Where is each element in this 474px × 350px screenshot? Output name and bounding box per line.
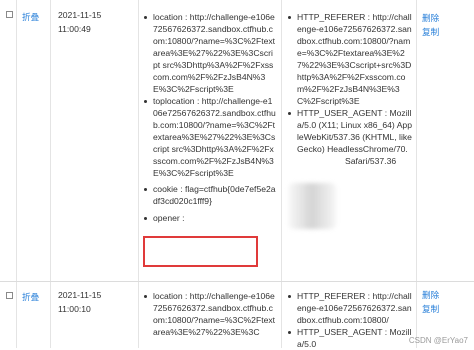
date-text: 2021-11-15 [58,290,102,300]
copy-link[interactable]: 复制 [422,25,439,39]
location-item: location : http://challenge-e106e7256762… [143,290,277,338]
row-checkbox[interactable] [6,11,13,18]
location-column: location : http://challenge-e106e7256762… [143,290,277,338]
toplocation-item: toplocation : http://challenge-e106e7256… [143,95,277,179]
user-agent-item: HTTP_USER_AGENT : Mozilla/5.0 (X11; Linu… [287,107,412,167]
row-actions: 删除 复制 [422,288,439,316]
location-column: location : http://challenge-e106e7256762… [143,11,277,224]
headers-column: HTTP_REFERER : http://challenge-e106e725… [287,11,412,167]
table-row: 折叠 2021-11-15 11:00:49 location : http:/… [0,0,474,282]
delete-link[interactable]: 删除 [422,11,439,25]
time-text: 11:00:49 [58,24,91,34]
user-agent-text: HTTP_USER_AGENT : Mozilla/5.0 (X11; Linu… [297,108,412,154]
row-actions: 删除 复制 [422,11,439,39]
referer-item: HTTP_REFERER : http://challenge-e106e725… [287,11,412,107]
table-row: 折叠 2021-11-15 11:00:10 location : http:/… [0,282,474,350]
opener-item: opener : [143,212,277,224]
row-checkbox[interactable] [6,292,13,299]
referer-item: HTTP_REFERER : http://challenge-e106e725… [287,290,412,326]
timestamp: 2021-11-15 11:00:49 [58,8,101,36]
location-item: location : http://challenge-e106e7256762… [143,11,277,95]
cookie-item: cookie : flag=ctfhub{0de7ef5e2adf3cd020c… [143,183,277,207]
fold-link[interactable]: 折叠 [22,291,39,303]
fold-link[interactable]: 折叠 [22,11,39,23]
timestamp: 2021-11-15 11:00:10 [58,288,101,316]
time-text: 11:00:10 [58,304,91,314]
user-agent-item: HTTP_USER_AGENT : Mozilla/5.0 [287,326,412,350]
user-agent-tail: Safari/537.36 [345,156,397,166]
redacted-blur [288,183,336,229]
headers-column: HTTP_REFERER : http://challenge-e106e725… [287,290,412,350]
watermark: CSDN @ErYao7 [408,336,468,345]
cookie-highlight-box [143,236,258,267]
copy-link[interactable]: 复制 [422,302,439,316]
delete-link[interactable]: 删除 [422,288,439,302]
date-text: 2021-11-15 [58,10,102,20]
